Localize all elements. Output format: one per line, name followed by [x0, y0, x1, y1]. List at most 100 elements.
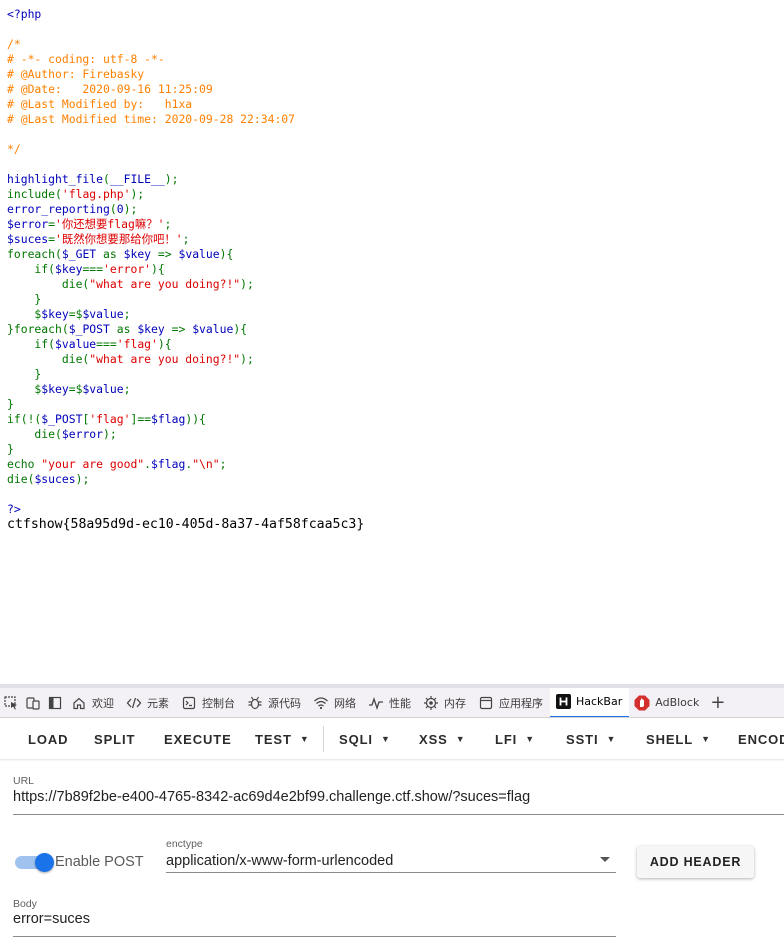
- code-token: die(: [7, 352, 90, 366]
- code-line: die($error);: [7, 427, 295, 442]
- menu-execute-button[interactable]: EXECUTE: [164, 719, 232, 759]
- code-line: include('flag.php');: [7, 187, 295, 202]
- code-token: 'flag.php': [61, 187, 131, 201]
- code-token: include(: [7, 187, 62, 201]
- devtools-tab-4[interactable]: 网络: [308, 688, 363, 717]
- enable-post-toggle[interactable]: [15, 853, 54, 872]
- code-line: $error='你还想要flag嘛？';: [7, 217, 295, 232]
- devtools-tab-label: 源代码: [268, 696, 301, 710]
- device-emulation-icon[interactable]: [22, 688, 44, 717]
- code-token: $value: [82, 307, 124, 321]
- code-token: $: [7, 382, 42, 396]
- devtools-tab-2[interactable]: 控制台: [176, 688, 242, 717]
- code-token: );: [75, 472, 90, 486]
- code-token: if(!(: [7, 412, 42, 426]
- wifi-icon: [313, 695, 329, 711]
- tab-adblock[interactable]: AdBlock: [629, 688, 706, 717]
- code-token: "what are you doing?!": [89, 352, 241, 366]
- code-token: }: [7, 367, 42, 381]
- chevron-down-icon[interactable]: [600, 857, 610, 862]
- body-input[interactable]: error=suces: [13, 911, 90, 927]
- code-token: <?php: [7, 7, 42, 21]
- code-token: error_reporting: [7, 202, 110, 216]
- menu-label: LOAD: [28, 731, 69, 747]
- devtools-tab-6[interactable]: 内存: [418, 688, 473, 717]
- tab-hackbar[interactable]: HackBar: [550, 688, 630, 717]
- code-token: }: [7, 442, 14, 456]
- body-label: Body: [13, 898, 37, 910]
- code-token: =: [68, 307, 76, 321]
- code-token: die(: [7, 472, 35, 486]
- url-input-underline: [13, 814, 784, 815]
- devtools-tab-1[interactable]: 元素: [121, 688, 176, 717]
- code-token: $value: [178, 247, 220, 261]
- code-token: $value: [192, 322, 234, 336]
- add-header-button[interactable]: ADD HEADER: [637, 846, 754, 878]
- code-token: $suces: [34, 472, 76, 486]
- code-token: die(: [7, 277, 90, 291]
- code-token: # @Author: Firebasky: [7, 67, 145, 81]
- code-token: "what are you doing?!": [89, 277, 241, 291]
- caret-down-icon: ▼: [299, 734, 310, 744]
- code-line: $suces='既然你想要那给你吧！';: [7, 232, 295, 247]
- code-token: # -*- coding: utf-8 -*-: [7, 52, 165, 66]
- code-line: highlight_file(__FILE__);: [7, 172, 295, 187]
- code-token: 0: [116, 202, 124, 216]
- code-token: ;: [164, 217, 172, 231]
- menu-xss-button[interactable]: XSS ▼: [419, 719, 466, 759]
- code-token: ;: [123, 307, 131, 321]
- menu-label: SQLI: [339, 731, 373, 747]
- enctype-select[interactable]: application/x-www-form-urlencoded: [166, 853, 393, 869]
- devtools-tab-label: 性能: [389, 696, 411, 710]
- code-line: }: [7, 442, 295, 457]
- menu-lfi-button[interactable]: LFI ▼: [495, 719, 535, 759]
- code-token: '既然你想要那给你吧！': [55, 232, 183, 246]
- code-line: foreach($_GET as $key => $value){: [7, 247, 295, 262]
- code-token: $flag: [151, 457, 186, 471]
- code-token: as: [116, 322, 138, 336]
- menu-sqli-button[interactable]: SQLI ▼: [339, 719, 391, 759]
- menu-shell-button[interactable]: SHELL ▼: [646, 719, 711, 759]
- devtools-tab-7[interactable]: 应用程序: [473, 688, 550, 717]
- code-line: # @Author: Firebasky: [7, 67, 295, 82]
- code-token: }: [7, 292, 42, 306]
- devtools-tab-3[interactable]: 源代码: [242, 688, 308, 717]
- menu-split-button[interactable]: SPLIT: [94, 719, 135, 759]
- performance-icon: [368, 695, 384, 711]
- sidebar-toggle-icon[interactable]: [44, 688, 66, 717]
- inspect-element-icon[interactable]: [0, 688, 22, 717]
- code-token: =: [68, 382, 76, 396]
- menu-encoding-button[interactable]: ENCODING▼: [738, 719, 784, 759]
- bug-icon: [247, 695, 263, 711]
- add-tool-icon[interactable]: +: [706, 692, 725, 713]
- menu-label: TEST: [255, 731, 292, 747]
- code-line: # @Date: 2020-09-16 11:25:09: [7, 82, 295, 97]
- code-line: ?>: [7, 502, 295, 517]
- code-token: $: [7, 307, 42, 321]
- menu-label: SSTI: [566, 731, 599, 747]
- code-token: # @Last Modified by: h1xa: [7, 97, 193, 111]
- code-token: );: [240, 352, 254, 366]
- code-token: '你还想要flag嘛？': [55, 217, 165, 231]
- code-token: $_GET: [61, 247, 104, 261]
- menu-test-button[interactable]: TEST ▼: [255, 719, 310, 759]
- code-token: die(: [7, 427, 62, 441]
- menu-ssti-button[interactable]: SSTI ▼: [566, 719, 616, 759]
- code-token: 'error': [103, 262, 152, 276]
- devtools-tab-label: HackBar: [576, 695, 623, 708]
- url-input[interactable]: https://7b89f2be-e400-4765-8342-ac69d4e2…: [13, 789, 530, 805]
- code-token: ;: [123, 382, 131, 396]
- devtools-tab-5[interactable]: 性能: [363, 688, 418, 717]
- menu-load-button[interactable]: LOAD: [28, 719, 68, 759]
- menu-label: SPLIT: [94, 731, 136, 747]
- enctype-label: enctype: [166, 838, 203, 850]
- devtools-tab-0[interactable]: 欢迎: [66, 688, 121, 717]
- code-token: $error: [61, 427, 104, 441]
- code-token: "\n": [192, 457, 220, 471]
- code-token: __FILE__: [109, 172, 165, 186]
- devtools-tab-label: 网络: [334, 696, 356, 710]
- devtools-tab-label: 内存: [444, 696, 466, 710]
- code-token: $value: [82, 382, 124, 396]
